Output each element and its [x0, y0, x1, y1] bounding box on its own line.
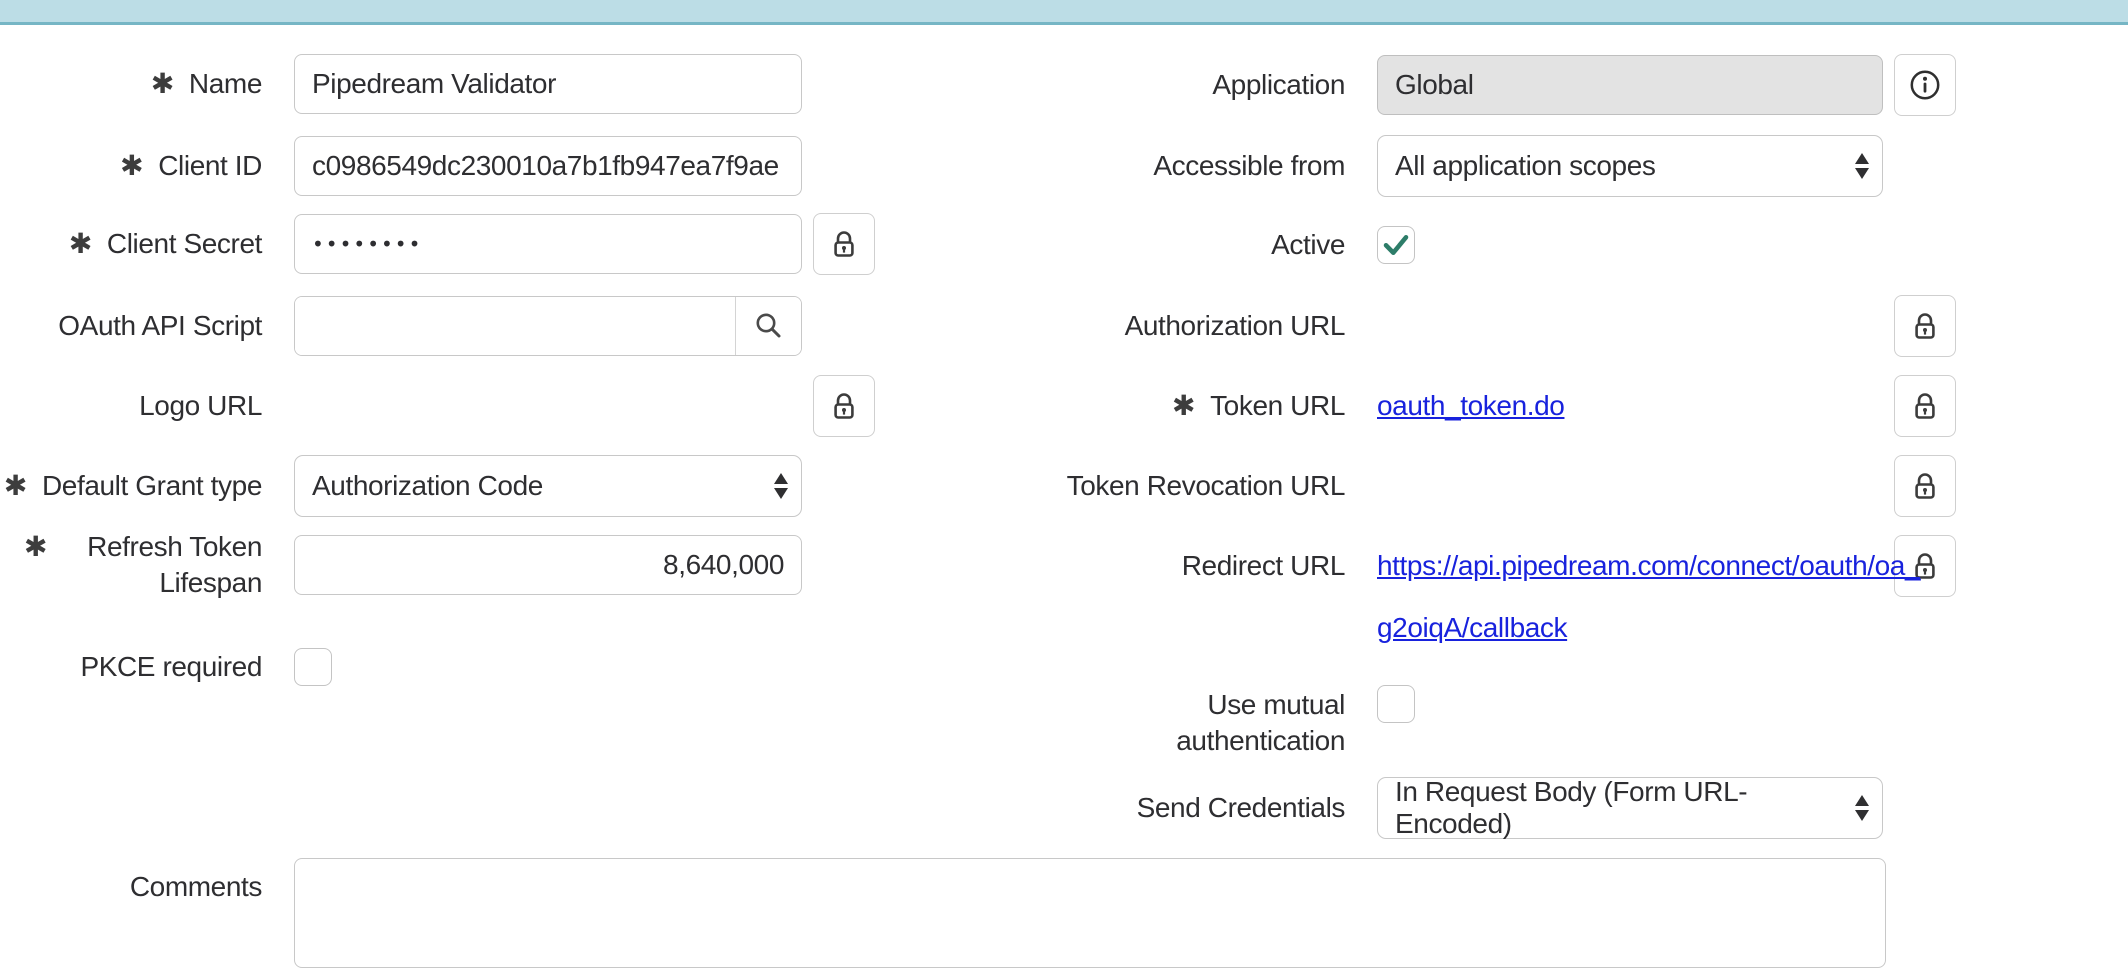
client-secret-input[interactable] — [294, 214, 802, 274]
lock-icon — [1909, 390, 1941, 422]
client-id-input[interactable] — [294, 136, 802, 196]
required-icon: ✱ — [24, 529, 47, 565]
field-row-accessible-from: Accessible from All application scopes — [850, 135, 1883, 197]
send-credentials-select[interactable]: In Request Body (Form URL-Encoded) — [1377, 777, 1883, 839]
field-row-application: Application — [850, 54, 1956, 116]
token-revocation-url-value-area — [1377, 456, 1883, 516]
field-row-client-secret: ✱ Client Secret — [0, 213, 875, 275]
pkce-required-checkbox[interactable] — [294, 648, 332, 686]
redirect-url-value-area: https://api.pipedream.com/connect/oauth/… — [1377, 535, 1883, 597]
accessible-from-select[interactable]: All application scopes — [1377, 135, 1883, 197]
authorization-url-value-area — [1377, 296, 1883, 356]
lock-icon — [1909, 310, 1941, 342]
field-label-logo-url: Logo URL — [0, 388, 262, 424]
use-mutual-authentication-checkbox[interactable] — [1377, 685, 1415, 723]
field-row-token-url: ✱ Token URL oauth_token.do — [850, 375, 1956, 437]
default-grant-type-select[interactable]: Authorization Code — [294, 455, 802, 517]
field-row-name: ✱ Name — [0, 54, 802, 114]
field-label-use-mutual-authentication: Use mutual authentication — [850, 687, 1345, 759]
field-label-oauth-api-script: OAuth API Script — [0, 308, 262, 344]
field-row-pkce-required: PKCE required — [0, 648, 332, 686]
field-label-token-revocation-url: Token Revocation URL — [850, 468, 1345, 504]
field-row-use-mutual-authentication: Use mutual authentication — [850, 685, 1415, 723]
field-row-logo-url: Logo URL — [0, 375, 875, 437]
required-icon: ✱ — [120, 148, 143, 184]
comments-textarea[interactable] — [294, 858, 1886, 968]
required-icon: ✱ — [4, 468, 27, 504]
active-checkbox[interactable] — [1377, 226, 1415, 264]
lock-icon — [1909, 470, 1941, 502]
send-credentials-selected-value: In Request Body (Form URL-Encoded) — [1395, 776, 1832, 840]
field-row-comments: Comments — [0, 858, 1886, 968]
name-input[interactable] — [294, 54, 802, 114]
field-label-name: ✱ Name — [0, 66, 262, 102]
field-row-authorization-url: Authorization URL — [850, 295, 1956, 357]
required-icon: ✱ — [69, 226, 92, 262]
field-label-refresh-token-lifespan: ✱ Refresh Token Lifespan — [0, 529, 262, 601]
field-label-accessible-from: Accessible from — [850, 148, 1345, 184]
field-row-token-revocation-url: Token Revocation URL — [850, 455, 1956, 517]
field-label-send-credentials: Send Credentials — [850, 790, 1345, 826]
required-icon: ✱ — [1172, 388, 1195, 424]
select-arrows-icon — [1855, 153, 1869, 179]
token-url-link[interactable]: oauth_token.do — [1377, 390, 1564, 422]
field-label-client-secret: ✱ Client Secret — [0, 226, 262, 262]
required-icon: ✱ — [151, 66, 174, 102]
token-url-value-area: oauth_token.do — [1377, 376, 1883, 436]
field-label-comments: Comments — [0, 869, 262, 905]
redirect-url-link[interactable]: https://api.pipedream.com/connect/oauth/… — [1377, 535, 1889, 659]
field-label-client-id: ✱ Client ID — [0, 148, 262, 184]
logo-url-value-area — [294, 376, 802, 436]
field-label-authorization-url: Authorization URL — [850, 308, 1345, 344]
field-row-oauth-api-script: OAuth API Script — [0, 296, 802, 356]
field-row-default-grant-type: ✱ Default Grant type Authorization Code — [0, 455, 802, 517]
field-label-default-grant-type: ✱ Default Grant type — [0, 468, 262, 504]
refresh-token-lifespan-input[interactable] — [294, 535, 802, 595]
authorization-url-lock-button[interactable] — [1894, 295, 1956, 357]
form-header-bar — [0, 0, 2128, 25]
search-icon — [752, 309, 786, 343]
select-arrows-icon — [1855, 795, 1869, 821]
accessible-from-selected-value: All application scopes — [1395, 150, 1655, 182]
field-label-redirect-url: Redirect URL — [850, 548, 1345, 584]
oauth-api-script-input[interactable] — [295, 297, 735, 355]
field-label-application: Application — [850, 67, 1345, 103]
select-arrows-icon — [774, 473, 788, 499]
oauth-api-script-search-button[interactable] — [735, 297, 801, 355]
checkmark-icon — [1380, 229, 1412, 261]
field-row-active: Active — [850, 226, 1415, 264]
field-row-send-credentials: Send Credentials In Request Body (Form U… — [850, 777, 1883, 839]
token-revocation-url-lock-button[interactable] — [1894, 455, 1956, 517]
info-icon — [1907, 67, 1943, 103]
field-row-client-id: ✱ Client ID — [0, 136, 802, 196]
field-label-pkce-required: PKCE required — [0, 649, 262, 685]
field-label-active: Active — [850, 227, 1345, 263]
oauth-api-script-reference-field — [294, 296, 802, 356]
default-grant-type-selected-value: Authorization Code — [312, 470, 543, 502]
token-url-lock-button[interactable] — [1894, 375, 1956, 437]
field-row-refresh-token-lifespan: ✱ Refresh Token Lifespan — [0, 533, 802, 597]
application-input — [1377, 55, 1883, 115]
field-label-token-url: ✱ Token URL — [850, 388, 1345, 424]
field-row-redirect-url: Redirect URL https://api.pipedream.com/c… — [850, 535, 1956, 597]
application-info-button[interactable] — [1894, 54, 1956, 116]
